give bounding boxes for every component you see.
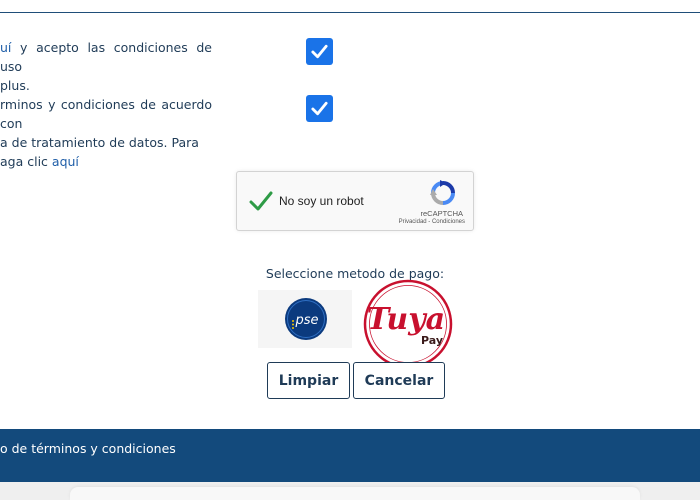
- terms-of-use-text-line2: plus.: [0, 78, 30, 93]
- data-treatment-text-line3: aga clic: [0, 154, 52, 169]
- terms-of-use-link[interactable]: uí: [0, 40, 11, 55]
- top-divider: [0, 12, 700, 13]
- data-treatment-link[interactable]: aquí: [52, 154, 79, 169]
- data-treatment-text-line1: rminos y condiciones de acuerdo con: [0, 97, 212, 131]
- footer-bar: o de términos y condiciones: [0, 429, 700, 482]
- recaptcha-brand: reCAPTCHA: [420, 209, 463, 218]
- bottom-panel-edge: [70, 487, 640, 500]
- recaptcha-conditions-link[interactable]: Condiciones: [432, 219, 465, 225]
- recaptcha-widget[interactable]: No soy un robot reCAPTCHA Privacidad - C…: [236, 171, 474, 231]
- recaptcha-checkmark-icon: [249, 191, 273, 211]
- data-treatment-checkbox[interactable]: [306, 95, 333, 122]
- pse-logo-text: pse: [294, 313, 318, 328]
- clear-button[interactable]: Limpiar: [267, 362, 350, 399]
- recaptcha-privacy-link[interactable]: Privacidad: [399, 219, 427, 225]
- cancel-button[interactable]: Cancelar: [353, 362, 445, 399]
- checkmark-icon: [311, 101, 328, 116]
- footer-terms-text[interactable]: o de términos y condiciones: [0, 441, 176, 456]
- tuya-pay-logo-icon[interactable]: Tuya Pay: [360, 278, 456, 370]
- data-treatment-text: rminos y condiciones de acuerdo con a de …: [0, 95, 212, 171]
- terms-of-use-text: uí y acepto las condiciones de uso plus.: [0, 38, 212, 95]
- terms-of-use-text-line1: y acepto las condiciones de uso: [0, 40, 212, 74]
- payment-form-page: uí y acepto las condiciones de uso plus. …: [0, 0, 700, 500]
- terms-of-use-checkbox[interactable]: [306, 38, 333, 65]
- tuya-pay-text: Pay: [421, 334, 443, 347]
- data-treatment-text-line2: a de tratamiento de datos. Para: [0, 135, 199, 150]
- pse-logo-icon[interactable]: pse: [284, 297, 328, 341]
- tuya-logo-text: Tuya: [367, 302, 445, 337]
- recaptcha-links: Privacidad - Condiciones: [399, 219, 465, 225]
- checkmark-icon: [311, 44, 328, 59]
- recaptcha-logo-icon: [430, 180, 455, 205]
- recaptcha-label: No soy un robot: [279, 194, 364, 208]
